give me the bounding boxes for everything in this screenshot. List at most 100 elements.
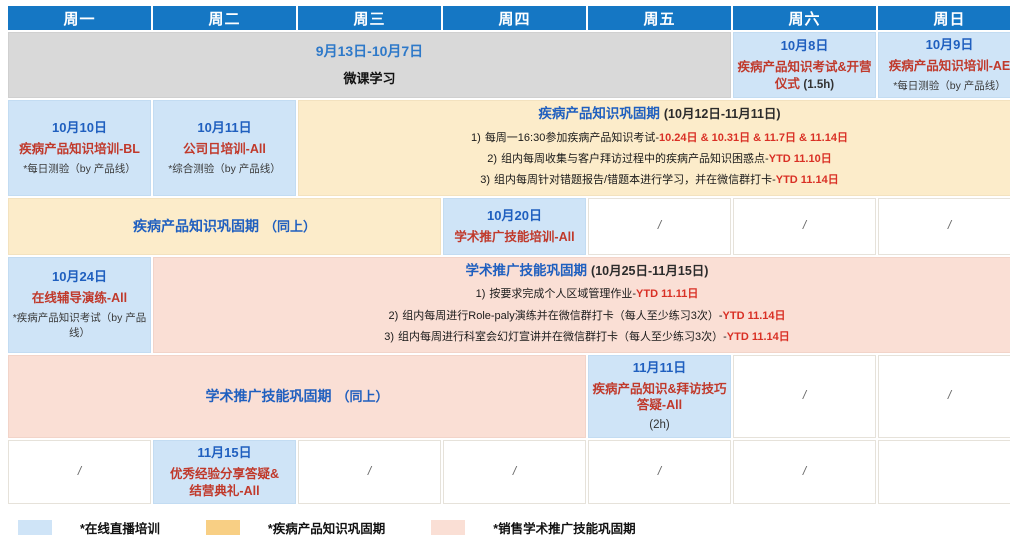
list-item: 2) 组内每周收集与客户拜访过程中的疾病产品知识困惑点-YTD 11.10日: [487, 152, 832, 165]
micro-course-date: 9月13日-10月7日: [315, 43, 424, 60]
legend-item-academic-period: *销售学术推广技能巩固期: [431, 518, 636, 537]
cell-empty: /: [878, 197, 1010, 255]
legend-swatch-pink-icon: [431, 519, 466, 535]
list-item: 1) 按要求完成个人区域管理作业-YTD 11.11日: [475, 288, 699, 301]
list-item: 3) 组内每周进行科室会幻灯宣讲并在微信群打卡（每人至少练习3次）-YTD 11.…: [384, 331, 790, 344]
cell-empty: /: [588, 439, 731, 504]
table-header-row: 周一 周二 周三 周四 周五 周六 周日: [8, 6, 1010, 30]
empty-marker: /: [657, 463, 662, 478]
period-heading: 疾病产品知识巩固期 (10月12日-11月11日): [302, 104, 1010, 124]
cell-micro-course: 9月13日-10月7日 微课学习: [8, 32, 731, 98]
cell-empty: /: [733, 439, 876, 504]
period-title: 学术推广技能巩固期: [205, 387, 332, 404]
legend: *在线直播培训 *疾病产品知识巩固期 *销售学术推广技能巩固期: [18, 518, 1010, 537]
cell-nov11: 11月11日 疾病产品知识&拜访技巧 答疑-All (2h): [588, 354, 731, 438]
day-header-friday: 周五: [588, 6, 731, 30]
event-duration: (2h): [649, 419, 670, 432]
legend-label: *销售学术推广技能巩固期: [493, 521, 636, 536]
period-title: 学术推广技能巩固期: [465, 262, 588, 278]
empty-marker: /: [802, 388, 807, 403]
day-header-monday: 周一: [8, 6, 151, 30]
table-row: 学术推广技能巩固期 （同上） 11月11日 疾病产品知识&拜访技巧 答疑-All …: [8, 354, 1010, 438]
list-item: 2) 组内每周进行Role-paly演练并在微信群打卡（每人至少练习3次）-YTD…: [388, 309, 786, 322]
table-row: 9月13日-10月7日 微课学习 10月8日 疾病产品知识考试&开营 仪式 (1…: [8, 32, 1010, 98]
period-item-list: 1) 按要求完成个人区域管理作业-YTD 11.11日 2) 组内每周进行Role-…: [157, 284, 1010, 348]
table-row: / 11月15日 优秀经验分享答疑& 结营典礼-All / / / /: [8, 439, 1010, 504]
event-title: 疾病产品知识培训-AE: [888, 58, 1010, 73]
event-date: 11月15日: [197, 444, 252, 460]
event-note: *综合测验（by 产品线）: [168, 162, 281, 175]
event-title: 学术推广技能培训-All: [454, 229, 575, 244]
event-note: *疾病产品知识考试（by 产品线）: [12, 311, 147, 340]
event-title: 公司日培训-All: [183, 141, 266, 156]
cell-empty: /: [8, 439, 151, 504]
legend-label: *在线直播培训: [80, 521, 160, 536]
cell-oct24: 10月24日 在线辅导演练-All *疾病产品知识考试（by 产品线）: [8, 256, 151, 353]
period-range: (10月12日-11月11日): [663, 106, 781, 121]
list-item: 3) 组内每周针对错题报告/错题本进行学习，并在微信群打卡-YTD 11.14日: [480, 174, 839, 187]
event-date: 10月9日: [925, 37, 974, 52]
period-same-as-above: （同上）: [336, 388, 389, 404]
empty-marker: /: [802, 218, 807, 233]
period-heading: 学术推广技能巩固期 (10月25日-11月15日): [157, 261, 1010, 281]
day-header-saturday: 周六: [733, 6, 876, 30]
cell-nov15: 11月15日 优秀经验分享答疑& 结营典礼-All: [153, 439, 296, 504]
list-item: 1) 每周一16:30参加疾病产品知识考试-10.24日 & 10.31日 & 1…: [471, 131, 848, 144]
day-header-thursday: 周四: [443, 6, 586, 30]
empty-marker: /: [947, 388, 952, 403]
cell-empty: /: [733, 197, 876, 255]
event-title: 疾病产品知识培训-BL: [19, 141, 140, 156]
event-title: 优秀经验分享答疑&: [169, 466, 280, 481]
table-row: 10月24日 在线辅导演练-All *疾病产品知识考试（by 产品线） 学术推广…: [8, 256, 1010, 353]
legend-swatch-blue-icon: [18, 519, 52, 535]
period-same-as-above: （同上）: [263, 218, 316, 234]
event-date: 11月11日: [632, 359, 687, 375]
empty-marker: /: [947, 218, 952, 233]
event-date: 10月24日: [52, 269, 107, 285]
empty-marker: /: [77, 463, 82, 478]
cell-empty: /: [298, 439, 441, 504]
event-date: 10月11日: [197, 119, 252, 135]
legend-item-live-training: *在线直播培训: [18, 518, 160, 537]
empty-marker: /: [657, 218, 662, 233]
event-title-line2: 结营典礼-All: [189, 483, 260, 498]
event-date: 10月20日: [487, 207, 542, 223]
cell-knowledge-period-same: 疾病产品知识巩固期 （同上）: [8, 197, 441, 255]
day-header-sunday: 周日: [878, 6, 1010, 30]
empty-marker: /: [512, 463, 517, 478]
legend-swatch-orange-icon: [205, 519, 240, 535]
table-row: 疾病产品知识巩固期 （同上） 10月20日 学术推广技能培训-All / / /: [8, 197, 1010, 255]
day-header-tuesday: 周二: [153, 6, 296, 30]
training-schedule-calendar: 周一 周二 周三 周四 周五 周六 周日 9月13日-10月7日 微课学习 10…: [0, 4, 1010, 536]
event-duration: (1.5h): [803, 78, 835, 91]
period-title: 疾病产品知识巩固期: [538, 105, 660, 121]
micro-course-title: 微课学习: [343, 70, 396, 86]
event-title: 疾病产品知识考试&开营: [737, 59, 872, 74]
cell-oct8: 10月8日 疾病产品知识考试&开营 仪式 (1.5h): [733, 32, 876, 98]
event-title: 在线辅导演练-All: [31, 291, 128, 306]
cell-empty: [878, 439, 1010, 504]
day-header-wednesday: 周三: [298, 6, 441, 30]
event-date: 10月8日: [780, 37, 829, 53]
cell-oct20: 10月20日 学术推广技能培训-All: [443, 197, 586, 255]
event-date: 10月10日: [52, 119, 107, 135]
cell-academic-skill-period: 学术推广技能巩固期 (10月25日-11月15日) 1) 按要求完成个人区域管理作业…: [153, 256, 1010, 353]
cell-oct11: 10月11日 公司日培训-All *综合测验（by 产品线）: [153, 99, 296, 196]
event-note: *每日测验（by 产品线）: [23, 162, 136, 175]
period-range: (10月25日-11月15日): [591, 263, 709, 278]
event-title-line2: 仪式 (1.5h): [774, 76, 835, 91]
cell-empty: /: [733, 354, 876, 438]
cell-empty: /: [878, 354, 1010, 438]
cell-empty: /: [443, 439, 586, 504]
cell-oct9: 10月9日 疾病产品知识培训-AE *每日测验（by 产品线）: [878, 32, 1010, 98]
schedule-table: 周一 周二 周三 周四 周五 周六 周日 9月13日-10月7日 微课学习 10…: [6, 4, 1010, 506]
legend-label: *疾病产品知识巩固期: [267, 521, 386, 536]
event-note: *每日测验（by 产品线）: [893, 79, 1006, 92]
legend-item-knowledge-period: *疾病产品知识巩固期: [205, 518, 386, 537]
empty-marker: /: [367, 463, 372, 478]
cell-oct10: 10月10日 疾病产品知识培训-BL *每日测验（by 产品线）: [8, 99, 151, 196]
cell-empty: /: [588, 197, 731, 255]
table-row: 10月10日 疾病产品知识培训-BL *每日测验（by 产品线） 10月11日 …: [8, 99, 1010, 196]
empty-marker: /: [802, 463, 807, 478]
period-title: 疾病产品知识巩固期: [132, 217, 259, 234]
